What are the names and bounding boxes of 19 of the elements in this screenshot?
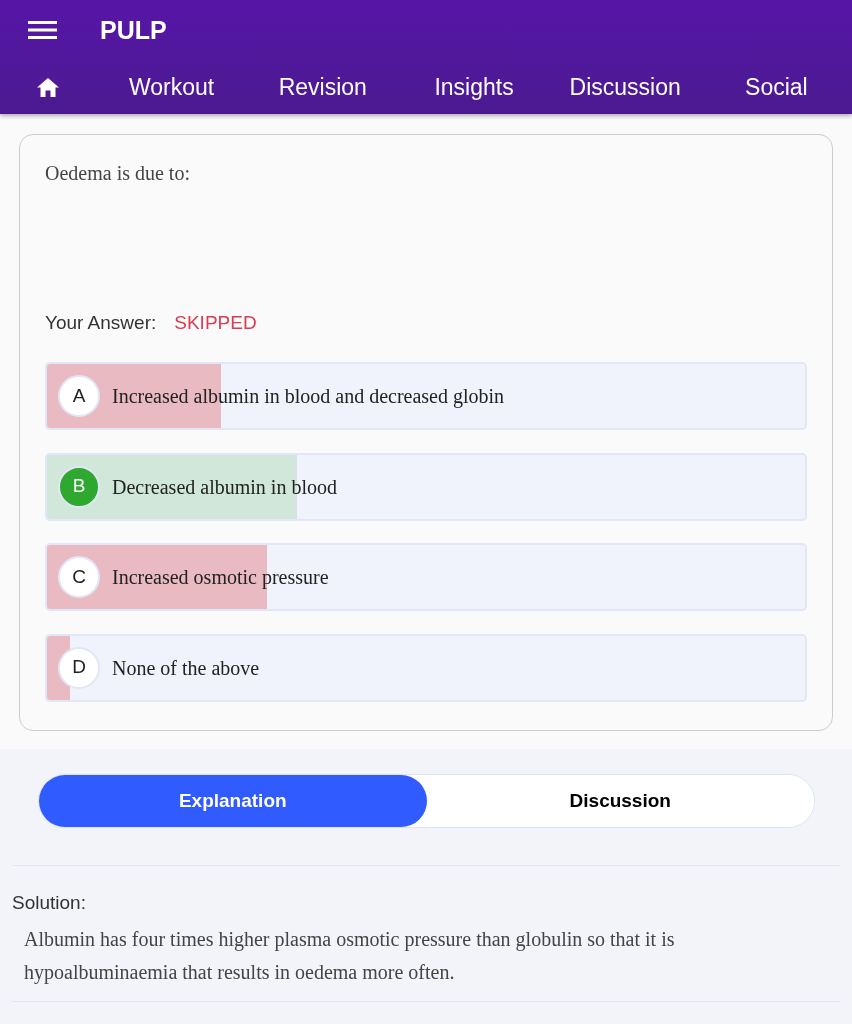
answer-status: SKIPPED [174,310,257,335]
nav-tab[interactable]: Insights [434,73,514,101]
option-text: Increased osmotic pressure [112,565,329,591]
view-tab[interactable]: Explanation [39,775,427,827]
question-text: Oedema is due to: [45,161,191,185]
menu-icon[interactable] [28,20,57,40]
option-text: Increased albumin in blood and decreased globin [112,384,505,410]
nav-tab[interactable]: Social [745,73,808,101]
app-title: PULP [100,17,167,43]
nav-tab[interactable]: Workout [129,73,215,101]
option-text: Decreased albumin in blood [112,474,337,500]
solution-heading: Solution: [12,892,87,914]
solution-text: Albumin has four times higher plasma osmotic pressure than globulin so that it is hypoalbuminaemia that results in oedema more often. [24,927,676,986]
option-letter: D [58,646,100,689]
answer-label: Your Answer: [45,310,157,335]
option-text: None of the above [112,655,260,681]
nav-tab[interactable]: Revision [278,73,367,101]
home-icon[interactable] [37,77,59,97]
nav-tab[interactable]: Discussion [569,73,681,101]
